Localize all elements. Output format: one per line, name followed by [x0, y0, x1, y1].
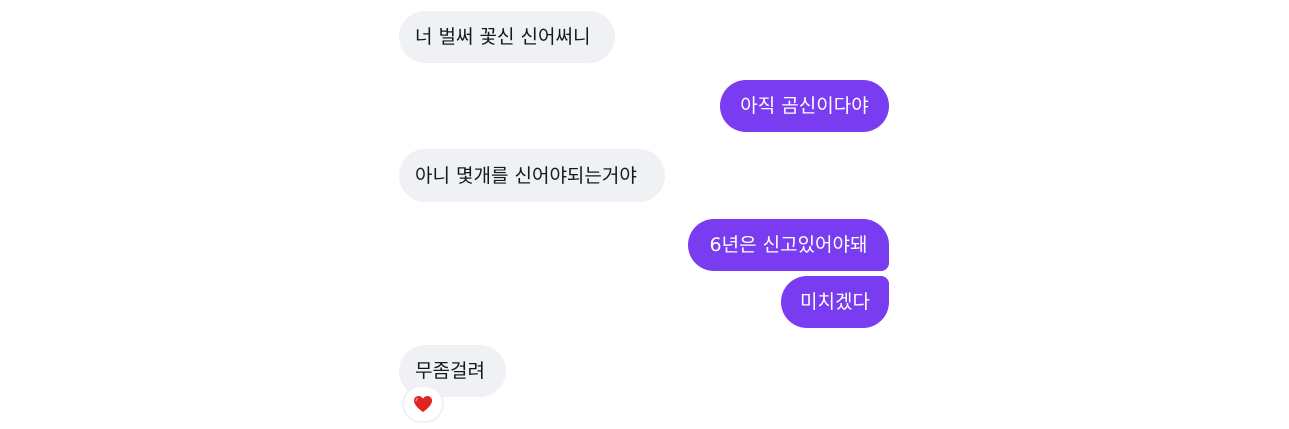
message-text: 미치겠다	[800, 291, 870, 313]
message-text: 아직 곰신이다야	[740, 95, 869, 117]
red-heart-icon	[413, 395, 433, 413]
incoming-message-bubble[interactable]: 아니 몇개를 신어야되는거야	[399, 149, 665, 202]
message-text: 무좀걸려	[415, 360, 485, 382]
message-text: 너 벌써 꽃신 신어써니	[415, 26, 591, 48]
message-text: 6년은 신고있어야돼	[709, 234, 868, 256]
message-reaction[interactable]	[404, 387, 442, 421]
outgoing-message-bubble[interactable]: 6년은 신고있어야돼	[688, 219, 889, 271]
outgoing-message-bubble[interactable]: 아직 곰신이다야	[720, 80, 889, 132]
incoming-message-bubble[interactable]: 너 벌써 꽃신 신어써니	[399, 11, 615, 63]
outgoing-message-bubble[interactable]: 미치겠다	[781, 276, 889, 328]
chat-thread: 너 벌써 꽃신 신어써니 아직 곰신이다야 아니 몇개를 신어야되는거야 6년은…	[0, 0, 1289, 429]
message-text: 아니 몇개를 신어야되는거야	[415, 164, 637, 187]
